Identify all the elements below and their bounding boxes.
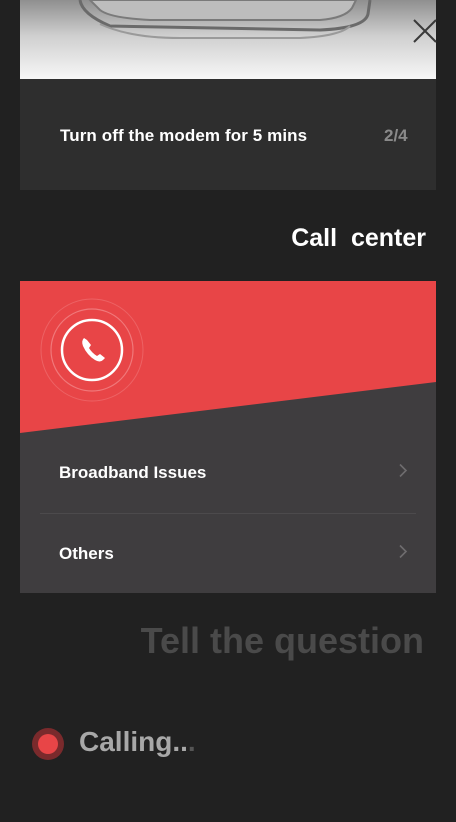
question-prompt: Tell the question (140, 620, 424, 661)
chevron-right-icon (398, 544, 408, 565)
calling-status: Calling... (79, 726, 196, 758)
calling-status-dot: . (187, 726, 196, 757)
step-progress: 2/4 (384, 126, 408, 145)
menu-item-broadband-issues[interactable]: Broadband Issues (20, 433, 436, 513)
recording-indicator-icon (31, 727, 65, 761)
call-center-card: Broadband Issues Others (20, 281, 436, 593)
step-instruction: Turn off the modem for 5 mins (60, 126, 308, 145)
section-title: Call center (291, 224, 426, 252)
menu-item-label: Broadband Issues (59, 463, 207, 482)
step-card: Turn off the modem for 5 mins 2/4 (20, 0, 436, 190)
calling-status-text: Calling.. (79, 726, 188, 757)
menu-item-label: Others (59, 544, 114, 563)
phone-icon[interactable] (40, 298, 144, 402)
chevron-right-icon (398, 463, 408, 484)
close-icon[interactable] (410, 16, 440, 46)
modem-image (20, 0, 436, 79)
menu-item-others[interactable]: Others (20, 514, 436, 593)
